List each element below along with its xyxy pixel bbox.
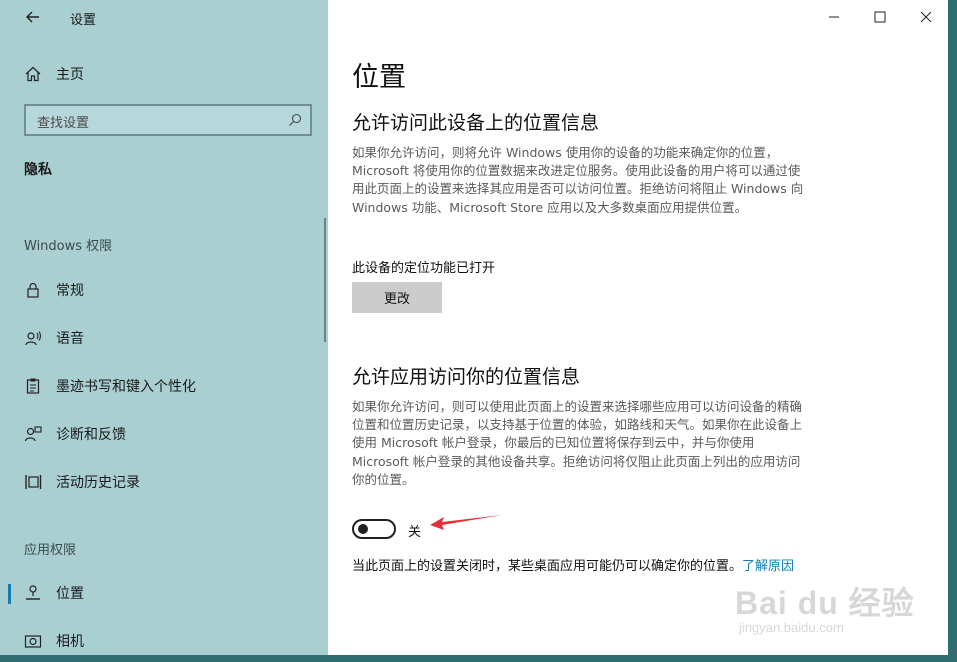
category-heading: 隐私 bbox=[24, 162, 52, 178]
section-description-app-location: 如果你允许访问，则可以使用此页面上的设置来选择哪些应用可以访问设备的精确位置和位… bbox=[352, 399, 803, 487]
back-arrow-icon bbox=[26, 11, 39, 23]
sidebar-scrollbar[interactable] bbox=[324, 218, 326, 342]
app-title: 设置 bbox=[70, 13, 97, 28]
maximize-icon bbox=[874, 11, 886, 23]
main-content: 位置 允许访问此设备上的位置信息 如果你允许访问，则将允许 Windows 使用… bbox=[328, 0, 948, 655]
clipboard-icon bbox=[24, 377, 42, 395]
note-text: 当此页面上的设置关闭时，某些桌面应用可能仍可以确定你的位置。 bbox=[352, 559, 743, 574]
lock-icon bbox=[24, 281, 42, 299]
sidebar-item-speech[interactable]: 语音 bbox=[0, 318, 328, 358]
sidebar-item-activity[interactable]: 活动历史记录 bbox=[0, 462, 328, 502]
sidebar-item-diagnostics[interactable]: 诊断和反馈 bbox=[0, 414, 328, 454]
section-app-permissions: 应用权限 bbox=[24, 543, 77, 558]
sidebar-item-inking[interactable]: 墨迹书写和键入个性化 bbox=[0, 366, 328, 406]
section-heading-app-location: 允许应用访问你的位置信息 bbox=[352, 366, 581, 388]
sidebar-item-location[interactable]: 位置 bbox=[0, 573, 328, 613]
section-heading-device-location: 允许访问此设备上的位置信息 bbox=[352, 112, 600, 134]
sidebar-item-label: 活动历史记录 bbox=[56, 475, 140, 491]
titlebar-left: 设置 bbox=[0, 0, 328, 34]
sidebar-item-label: 主页 bbox=[56, 67, 84, 83]
sidebar-item-label: 相机 bbox=[56, 634, 84, 650]
back-button[interactable] bbox=[22, 6, 44, 28]
sidebar-item-label: 位置 bbox=[56, 586, 84, 602]
toggle-state-label: 关 bbox=[408, 525, 422, 540]
desktop-edge-bottom bbox=[0, 655, 957, 662]
search-input[interactable]: 查找设置 bbox=[24, 104, 312, 136]
watermark-url: jingyan.baidu.com bbox=[739, 620, 844, 635]
sidebar: 设置 主页 查找设置 隐私 Windows 权限 常规 语音 墨迹书写和键入个性… bbox=[0, 0, 328, 662]
change-button[interactable]: 更改 bbox=[352, 282, 442, 313]
speech-icon bbox=[24, 329, 42, 347]
maximize-button[interactable] bbox=[868, 6, 892, 28]
location-icon bbox=[24, 584, 42, 602]
baidu-watermark: Bai du 经验 jingyan.baidu.com bbox=[735, 570, 925, 650]
feedback-icon bbox=[24, 425, 42, 443]
sidebar-item-general[interactable]: 常规 bbox=[0, 270, 328, 310]
home-icon bbox=[24, 65, 42, 83]
activity-icon bbox=[24, 473, 42, 491]
minimize-button[interactable] bbox=[822, 6, 846, 28]
camera-icon bbox=[24, 632, 42, 650]
sidebar-item-label: 语音 bbox=[56, 331, 84, 347]
page-title: 位置 bbox=[352, 62, 406, 93]
app-location-toggle[interactable] bbox=[352, 519, 396, 539]
sidebar-item-home[interactable]: 主页 bbox=[0, 54, 328, 94]
section-windows-permissions: Windows 权限 bbox=[24, 239, 113, 254]
search-icon bbox=[289, 113, 302, 126]
minimize-icon bbox=[829, 16, 839, 18]
search-placeholder: 查找设置 bbox=[37, 116, 90, 131]
toggle-knob bbox=[358, 524, 368, 534]
annotation-arrow-icon bbox=[430, 515, 502, 530]
close-button[interactable] bbox=[914, 6, 938, 28]
location-status-text: 此设备的定位功能已打开 bbox=[352, 261, 496, 276]
sidebar-item-label: 墨迹书写和键入个性化 bbox=[56, 379, 196, 395]
desktop-edge-right bbox=[948, 0, 957, 662]
active-indicator bbox=[8, 584, 11, 604]
sidebar-item-label: 诊断和反馈 bbox=[56, 427, 126, 443]
watermark-logo: Bai du 经验 bbox=[735, 585, 915, 621]
sidebar-item-label: 常规 bbox=[56, 283, 84, 299]
close-icon bbox=[920, 11, 932, 23]
section-description-device-location: 如果你允许访问，则将允许 Windows 使用你的设备的功能来确定你的位置，Mi… bbox=[352, 145, 804, 215]
